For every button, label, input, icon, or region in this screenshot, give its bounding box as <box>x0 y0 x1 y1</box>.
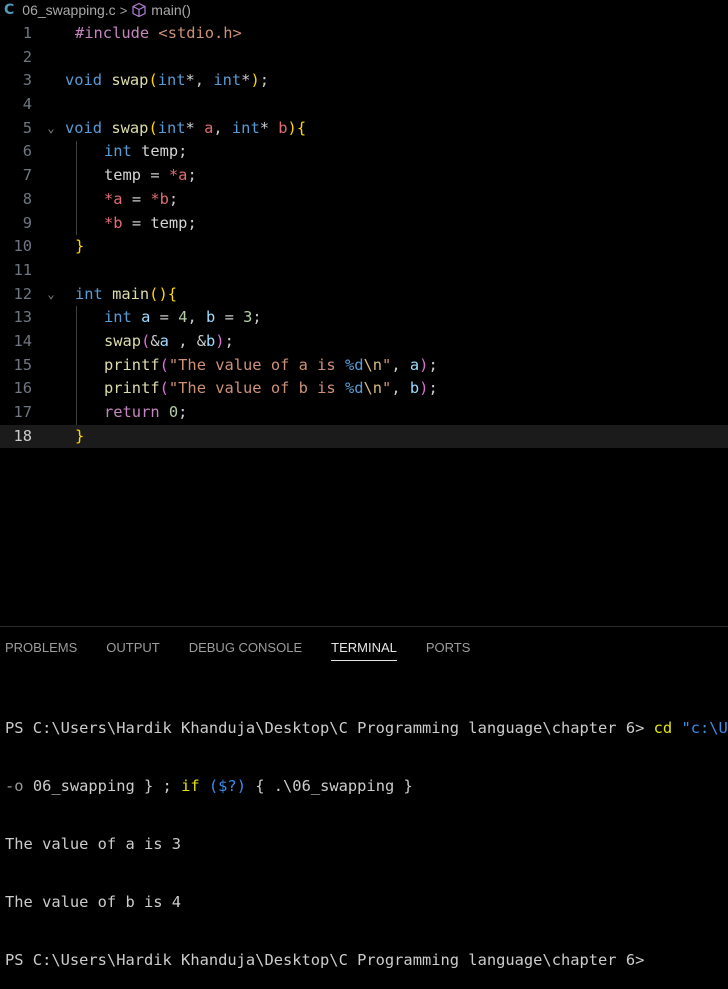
line-number: 18 <box>13 426 32 445</box>
line-text: *a = *b; <box>104 189 179 208</box>
line-text: } <box>75 426 85 445</box>
c-file-icon: C <box>4 2 15 18</box>
terminal-flag: -o <box>5 777 24 795</box>
code-line[interactable]: 6 int temp; <box>0 140 728 164</box>
line-number: 8 <box>22 189 32 208</box>
code-line[interactable]: 2 <box>0 46 728 70</box>
line-number: 13 <box>13 308 32 327</box>
line-text: printf("The value of a is %d\n", a); <box>104 355 438 374</box>
line-text: int main(){ <box>75 284 177 303</box>
terminal-keyword: if <box>181 777 200 795</box>
line-text: *b = temp; <box>104 213 197 232</box>
line-number: 1 <box>22 24 32 42</box>
line-text: int temp; <box>104 142 188 161</box>
line-text: void swap(int* a, int* b){ <box>65 118 307 137</box>
line-text: temp = *a; <box>104 166 197 185</box>
terminal-var: ($?) <box>199 777 256 795</box>
line-number: 2 <box>22 47 32 66</box>
code-line[interactable]: 12 ⌄ int main(){ <box>0 283 728 307</box>
terminal-path: "c:\Users\Hardik Khanduja\Desktop\C Prog… <box>681 719 728 737</box>
line-number: 16 <box>13 379 32 398</box>
fold-chevron-icon[interactable]: ⌄ <box>44 117 58 141</box>
terminal-prompt: PS C:\Users\Hardik Khanduja\Desktop\C Pr… <box>5 951 645 969</box>
line-number: 10 <box>13 237 32 256</box>
terminal[interactable]: PS C:\Users\Hardik Khanduja\Desktop\C Pr… <box>5 681 728 989</box>
code-line[interactable]: 4 <box>0 93 728 117</box>
terminal-command: cd <box>653 719 673 737</box>
cube-icon <box>132 2 146 18</box>
chevron-right-icon: > <box>119 2 128 18</box>
line-number: 12 <box>13 284 32 303</box>
line-text: int a = 4, b = 3; <box>104 308 262 327</box>
line-text: } <box>75 237 85 256</box>
line-number: 3 <box>22 71 32 90</box>
line-number: 9 <box>22 213 32 232</box>
code-line[interactable]: 10} <box>0 235 728 259</box>
breadcrumb-file[interactable]: 06_swapping.c <box>22 2 115 18</box>
terminal-prompt: PS C:\Users\Hardik Khanduja\Desktop\C Pr… <box>5 719 645 737</box>
line-number: 7 <box>22 166 32 185</box>
line-text: return 0; <box>104 403 188 421</box>
terminal-output: The value of b is 4 <box>5 893 182 911</box>
line-text: swap(&a , &b); <box>104 331 234 350</box>
code-editor[interactable]: 1 #include <stdio.h> 2 3 void swap(int*, i… <box>0 22 728 449</box>
line-number: 15 <box>13 355 32 374</box>
line-number: 14 <box>13 331 32 350</box>
line-text: #include <stdio.h> <box>75 24 242 42</box>
line-number: 5 <box>22 118 32 137</box>
tab-output[interactable]: OUTPUT <box>106 640 159 659</box>
terminal-text: 06_swapping } ; <box>23 777 182 795</box>
terminal-output: The value of a is 3 <box>5 835 182 853</box>
tab-terminal[interactable]: TERMINAL <box>331 640 397 661</box>
panel-tabs: PROBLEMS OUTPUT DEBUG CONSOLE TERMINAL P… <box>0 636 728 662</box>
line-number: 17 <box>13 403 32 421</box>
code-line[interactable]: 13 int a = 4, b = 3; <box>0 306 728 330</box>
code-line[interactable]: 3 void swap(int*, int*); <box>0 69 728 93</box>
panel-divider <box>0 626 728 627</box>
code-line-current[interactable]: 18} <box>0 424 728 449</box>
code-line[interactable]: 9 *b = temp; <box>0 212 728 236</box>
code-line[interactable]: 11 <box>0 259 728 283</box>
code-line[interactable]: 5 ⌄ void swap(int* a, int* b){ <box>0 117 728 141</box>
tab-ports[interactable]: PORTS <box>426 640 471 659</box>
terminal-line: -o 06_swapping } ; if ($?) { .\06_swappi… <box>5 775 728 797</box>
code-line[interactable]: 8 *a = *b; <box>0 188 728 212</box>
breadcrumb-symbol[interactable]: main() <box>151 2 191 18</box>
code-line[interactable]: 7 temp = *a; <box>0 164 728 188</box>
code-line[interactable]: 1 #include <stdio.h> <box>0 22 728 46</box>
code-line[interactable]: 15 printf("The value of a is %d\n", a); <box>0 354 728 378</box>
terminal-line: PS C:\Users\Hardik Khanduja\Desktop\C Pr… <box>5 717 728 739</box>
tab-debug-console[interactable]: DEBUG CONSOLE <box>189 640 302 659</box>
line-number: 6 <box>22 142 32 161</box>
breadcrumb: C 06_swapping.c > main() <box>0 0 728 20</box>
terminal-text: { .\06_swapping } <box>255 777 413 795</box>
tab-problems[interactable]: PROBLEMS <box>5 640 77 659</box>
code-line[interactable]: 14 swap(&a , &b); <box>0 330 728 354</box>
fold-chevron-icon[interactable]: ⌄ <box>44 283 58 307</box>
line-text: printf("The value of b is %d\n", b); <box>104 379 438 398</box>
line-number: 11 <box>13 260 32 279</box>
code-line[interactable]: 16 printf("The value of b is %d\n", b); <box>0 377 728 401</box>
code-line[interactable]: 17 return 0; <box>0 401 728 425</box>
line-text: void swap(int*, int*); <box>65 71 269 90</box>
line-number: 4 <box>22 95 32 114</box>
